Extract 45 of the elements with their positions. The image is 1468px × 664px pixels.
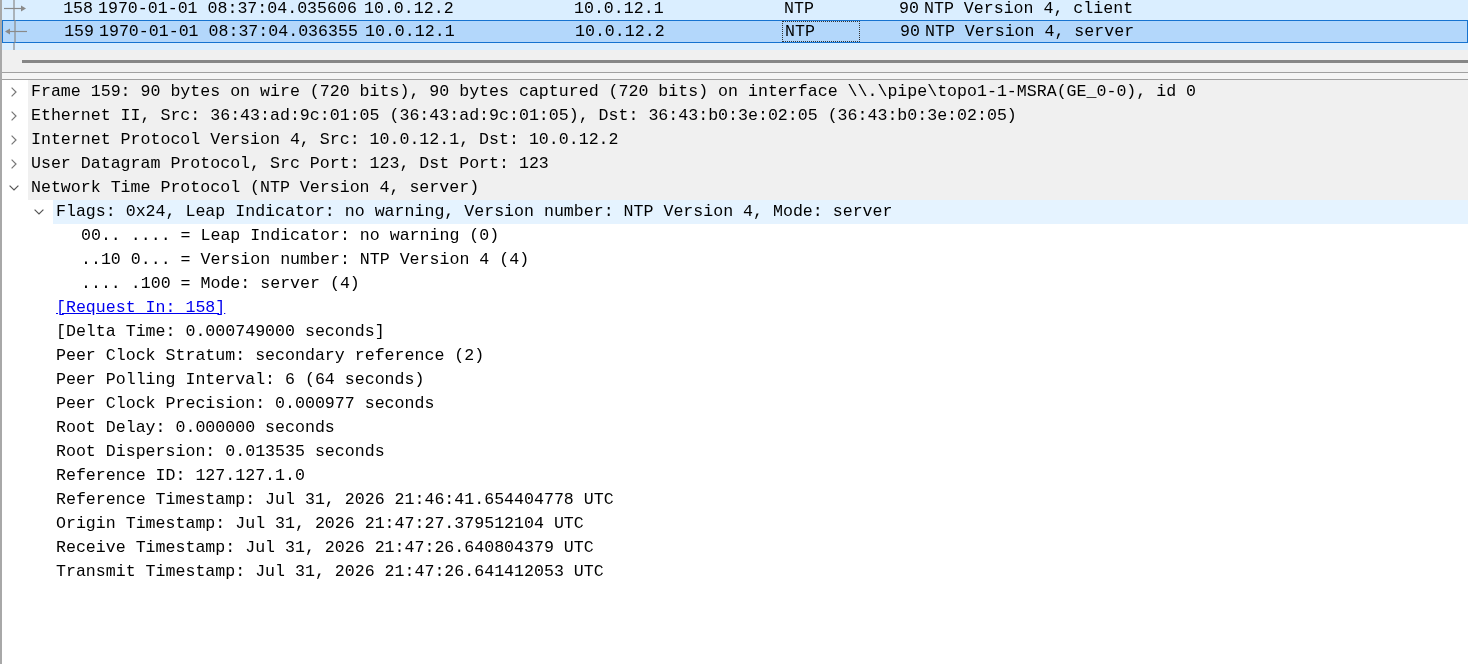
source-cell-text: 10.0.12.2 <box>363 0 455 20</box>
tree-item[interactable]: Peer Clock Stratum: secondary reference (2) <box>53 344 489 368</box>
tree-item[interactable]: Origin Timestamp: Jul 31, 2026 21:47:27.379512104 UTC <box>53 512 588 536</box>
tree-item[interactable]: Frame 159: 90 bytes on wire (720 bits), 90 bytes captured (720 bits) on interface \\.\pipe\topo1-1-MSRA(GE_0-0), id 0 <box>28 80 1468 104</box>
packet-row[interactable]: 158 1970-01-01 08:37:04.035606 10.0.12.2 10.0.12.1 NTP 90 NTP Version 4, client <box>2 0 1468 20</box>
chevron-down-icon[interactable] <box>9 185 19 191</box>
length-cell-text: 90 <box>898 0 920 20</box>
tree-item[interactable]: Peer Clock Precision: 0.000977 seconds <box>53 392 439 416</box>
protocol-cell: NTP <box>782 21 860 42</box>
tree-item[interactable]: Receive Timestamp: Jul 31, 2026 21:47:26.640804379 UTC <box>53 536 598 560</box>
tree-link[interactable]: [Request In: 158] <box>53 296 230 320</box>
packet-row[interactable]: 159 1970-01-01 08:37:04.036355 10.0.12.1 10.0.12.2 NTP 90 NTP Version 4, server <box>2 20 1468 43</box>
horizontal-scrollbar-thumb[interactable] <box>22 60 1468 63</box>
tree-item[interactable]: .... .100 = Mode: server (4) <box>78 272 364 296</box>
tree-item[interactable]: Root Dispersion: 0.013535 seconds <box>53 440 389 464</box>
chevron-right-icon[interactable] <box>11 135 17 145</box>
tree-item[interactable]: Ethernet II, Src: 36:43:ad:9c:01:05 (36:43:ad:9c:01:05), Dst: 36:43:b0:3e:02:05 (36:43:b0:3e:02:05) <box>28 104 1468 128</box>
tree-item[interactable]: ..10 0... = Version number: NTP Version 4 (4) <box>78 248 534 272</box>
splitter-handle[interactable] <box>2 72 1468 80</box>
tree-item[interactable]: Root Delay: 0.000000 seconds <box>53 416 339 440</box>
destination-cell-text: 10.0.12.2 <box>574 21 666 42</box>
tree-item[interactable]: User Datagram Protocol, Src Port: 123, Dst Port: 123 <box>28 152 1468 176</box>
time-cell-text: 1970-01-01 08:37:04.036355 <box>98 21 359 42</box>
tree-item[interactable]: [Delta Time: 0.000749000 seconds] <box>53 320 389 344</box>
number-cell-text: 158 <box>62 0 94 20</box>
length-cell-text: 90 <box>899 21 921 42</box>
source-cell-text: 10.0.12.1 <box>364 21 456 42</box>
tree-item[interactable]: Transmit Timestamp: Jul 31, 2026 21:47:26.641412053 UTC <box>53 560 608 584</box>
tree-item[interactable]: 00.. .... = Leap Indicator: no warning (0) <box>78 224 504 248</box>
tree-item[interactable]: Flags: 0x24, Leap Indicator: no warning, Version number: NTP Version 4, Mode: server <box>53 200 1468 224</box>
chevron-right-icon[interactable] <box>11 159 17 169</box>
destination-cell-text: 10.0.12.1 <box>573 0 665 20</box>
tree-item[interactable]: Reference Timestamp: Jul 31, 2026 21:46:41.654404778 UTC <box>53 488 618 512</box>
number-cell-text: 159 <box>63 21 95 42</box>
time-cell-text: 1970-01-01 08:37:04.035606 <box>97 0 358 20</box>
info-cell-text: NTP Version 4, client <box>923 0 1134 20</box>
tree-item[interactable]: Internet Protocol Version 4, Src: 10.0.12.1, Dst: 10.0.12.2 <box>28 128 1468 152</box>
info-cell-text: NTP Version 4, server <box>924 21 1135 42</box>
chevron-right-icon[interactable] <box>11 111 17 121</box>
chevron-right-icon[interactable] <box>11 87 17 97</box>
tree-item[interactable]: Network Time Protocol (NTP Version 4, server) <box>28 176 1468 200</box>
protocol-cell-text: NTP <box>783 0 815 20</box>
tree-item[interactable]: Reference ID: 127.127.1.0 <box>53 464 309 488</box>
tree-item[interactable]: Peer Polling Interval: 6 (64 seconds) <box>53 368 429 392</box>
chevron-down-icon[interactable] <box>34 209 44 215</box>
